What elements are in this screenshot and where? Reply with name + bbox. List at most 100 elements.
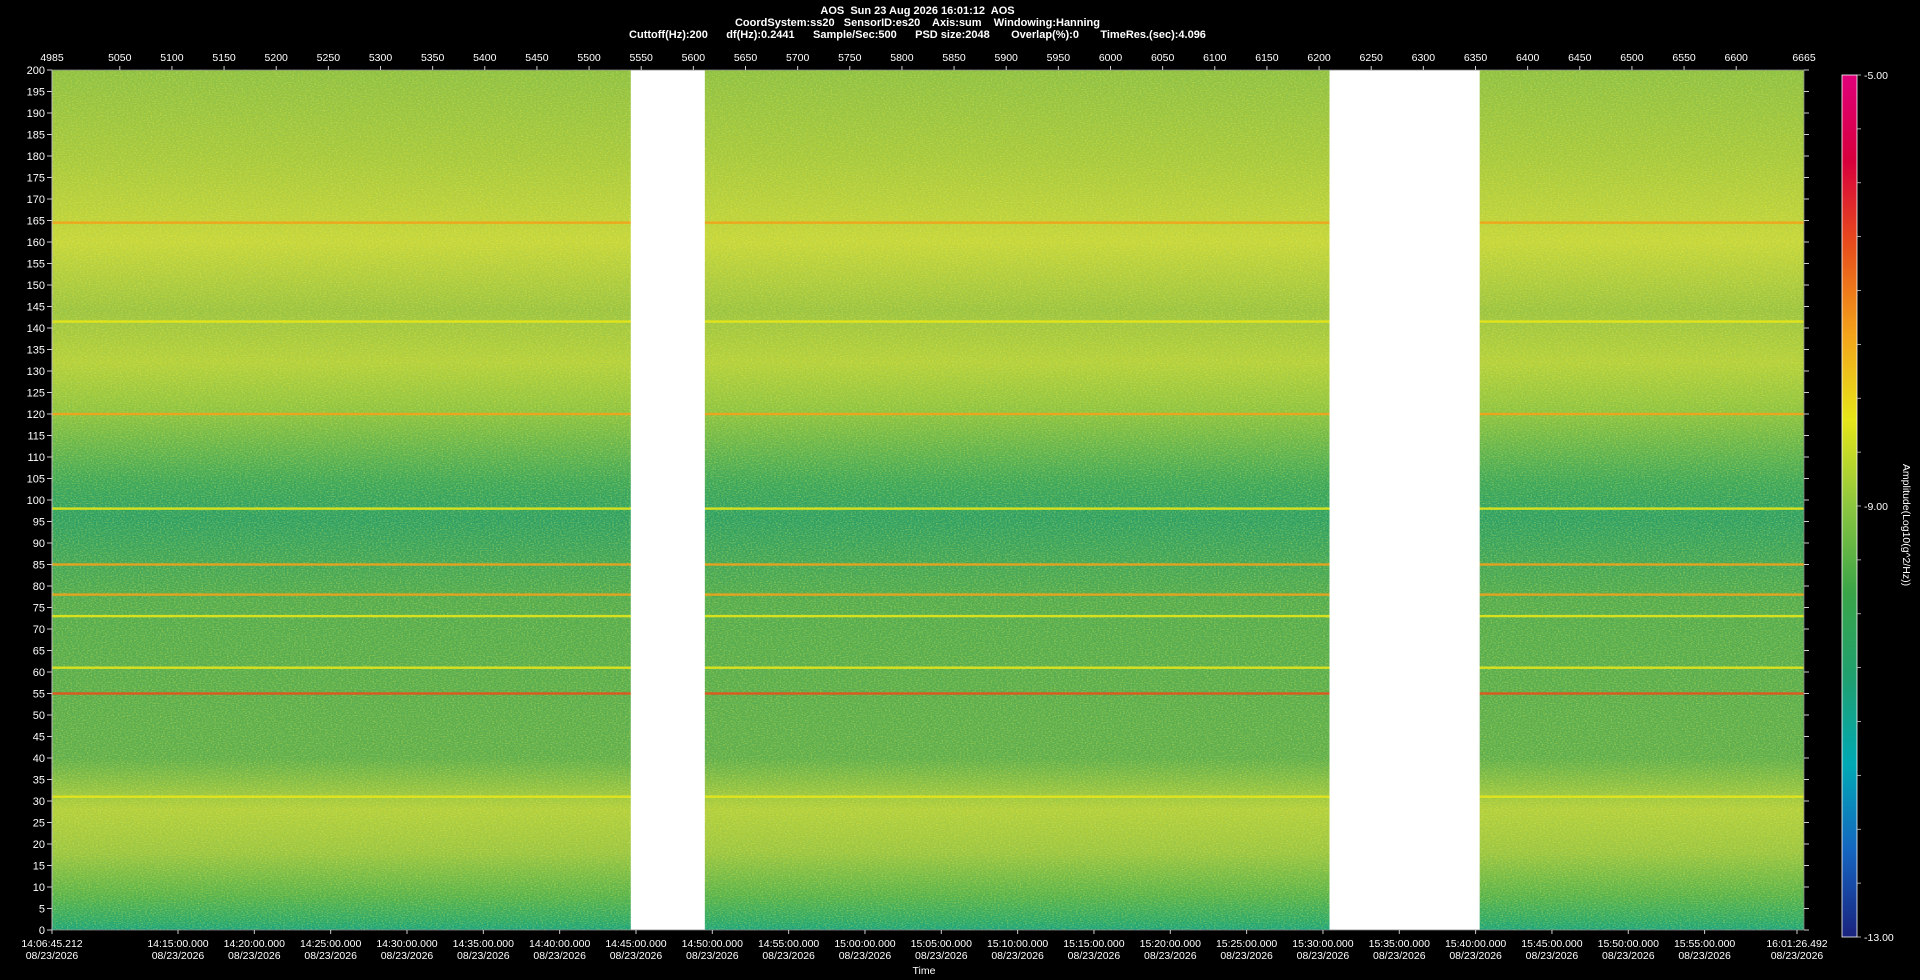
x-tick-label: 15:05:00.000 (911, 938, 972, 950)
y-tick-label: 100 (27, 495, 45, 507)
y-tick-label: 120 (27, 409, 45, 421)
tonal-line (52, 795, 1804, 798)
colorbar-tick-label: -9.00 (1864, 501, 1888, 513)
x-tick-label: 14:15:00.000 (147, 938, 208, 950)
top-tick-label: 5600 (682, 52, 706, 64)
x-tick-date: 08/23/2026 (1144, 950, 1197, 962)
x-tick-date: 08/23/2026 (1220, 950, 1273, 962)
y-tick-label: 40 (33, 753, 45, 765)
top-tick-label: 5450 (525, 52, 549, 64)
x-tick-label: 14:30:00.000 (376, 938, 437, 950)
x-tick-date: 08/23/2026 (1678, 950, 1731, 962)
y-tick-label: 95 (33, 517, 45, 529)
x-tick-date: 08/23/2026 (1526, 950, 1579, 962)
top-tick-label: 6665 (1792, 52, 1816, 64)
y-tick-label: 90 (33, 538, 45, 550)
top-tick-label: 6350 (1464, 52, 1488, 64)
y-tick-label: 160 (27, 237, 45, 249)
top-tick-label: 5750 (838, 52, 862, 64)
x-tick-date: 08/23/2026 (686, 950, 739, 962)
x-tick-label: 15:00:00.000 (834, 938, 895, 950)
x-tick-date: 08/23/2026 (457, 950, 510, 962)
x-tick-date: 08/23/2026 (533, 950, 586, 962)
tonal-line (52, 593, 1804, 596)
top-tick-label: 5550 (630, 52, 654, 64)
top-tick-label: 4985 (40, 52, 64, 64)
x-tick-label: 15:50:00.000 (1598, 938, 1659, 950)
x-tick-label: 14:50:00.000 (682, 938, 743, 950)
x-tick-label: 15:20:00.000 (1140, 938, 1201, 950)
top-tick-label: 5200 (265, 52, 289, 64)
tonal-line (52, 221, 1804, 224)
colorbar-ticks: -5.00 -9.00 -13.00 (1857, 70, 1894, 944)
y-tick-label: 50 (33, 710, 45, 722)
top-tick-label: 5800 (890, 52, 914, 64)
top-tick-label: 6300 (1412, 52, 1436, 64)
x-tick-label: 15:35:00.000 (1369, 938, 1430, 950)
plot-area (52, 70, 1804, 930)
y-tick-label: 70 (33, 624, 45, 636)
x-tick-label: 15:45:00.000 (1521, 938, 1582, 950)
top-tick-label: 6450 (1568, 52, 1592, 64)
top-tick-label: 5850 (942, 52, 966, 64)
y-tick-label: 125 (27, 388, 45, 400)
y-tick-label: 155 (27, 259, 45, 271)
x-axis-label: Time (913, 965, 936, 977)
top-tick-label: 6200 (1307, 52, 1331, 64)
x-tick-label: 14:35:00.000 (453, 938, 514, 950)
top-tick-label: 5950 (1047, 52, 1071, 64)
y-tick-label: 175 (27, 173, 45, 185)
top-tick-label: 5300 (369, 52, 393, 64)
x-tick-label: 14:06:45.212 (21, 938, 82, 950)
top-axis: 4985 5050 5100 5150 5200 5250 5300 5350 5400 5450… (40, 52, 1816, 70)
y-tick-label: 200 (27, 65, 45, 77)
x-tick-date: 08/23/2026 (839, 950, 892, 962)
tonal-line (52, 320, 1804, 323)
top-tick-label: 6500 (1620, 52, 1644, 64)
x-tick-date: 08/23/2026 (1068, 950, 1121, 962)
top-tick-label: 6050 (1151, 52, 1175, 64)
top-tick-label: 5700 (786, 52, 810, 64)
x-tick-date: 08/23/2026 (915, 950, 968, 962)
top-tick-label: 6400 (1516, 52, 1540, 64)
x-tick-label: 14:20:00.000 (224, 938, 285, 950)
tonal-line (52, 507, 1804, 510)
top-tick-label: 5650 (734, 52, 758, 64)
y-tick-label: 55 (33, 689, 45, 701)
x-tick-date: 08/23/2026 (1602, 950, 1655, 962)
top-tick-label: 6600 (1725, 52, 1749, 64)
y-tick-label: 10 (33, 882, 45, 894)
x-tick-date: 08/23/2026 (304, 950, 357, 962)
y-tick-label: 65 (33, 646, 45, 658)
x-tick-label: 16:01:26.492 (1766, 938, 1827, 950)
y-tick-label: 140 (27, 323, 45, 335)
y-tick-label: 30 (33, 796, 45, 808)
x-tick-label: 14:55:00.000 (758, 938, 819, 950)
y-tick-label: 80 (33, 581, 45, 593)
top-tick-label: 5050 (108, 52, 132, 64)
y-tick-label: 5 (39, 904, 45, 916)
top-tick-label: 5150 (212, 52, 236, 64)
colorbar-tick-label: -13.00 (1864, 932, 1894, 944)
y-tick-label: 60 (33, 667, 45, 679)
colorbar-label: Amplitude(Log10(g^2/Hz)) (1900, 464, 1912, 586)
y-tick-label: 135 (27, 345, 45, 357)
y-tick-label: 195 (27, 87, 45, 99)
data-gap (1329, 70, 1480, 930)
x-tick-label: 15:15:00.000 (1063, 938, 1124, 950)
x-tick-date: 08/23/2026 (1297, 950, 1350, 962)
x-tick-date: 08/23/2026 (610, 950, 663, 962)
y-tick-label: 35 (33, 775, 45, 787)
top-tick-label: 5250 (317, 52, 341, 64)
y-tick-label: 190 (27, 108, 45, 120)
y-tick-label: 150 (27, 280, 45, 292)
x-tick-date: 08/23/2026 (1449, 950, 1502, 962)
y-tick-label: 105 (27, 474, 45, 486)
top-tick-label: 6150 (1255, 52, 1279, 64)
y-tick-label: 0 (39, 925, 45, 937)
top-tick-label: 6250 (1360, 52, 1384, 64)
x-tick-date: 08/23/2026 (152, 950, 205, 962)
y-tick-label: 45 (33, 732, 45, 744)
x-axis: 14:06:45.21208/23/202614:15:00.00008/23/… (21, 930, 1828, 962)
x-tick-label: 15:30:00.000 (1292, 938, 1353, 950)
